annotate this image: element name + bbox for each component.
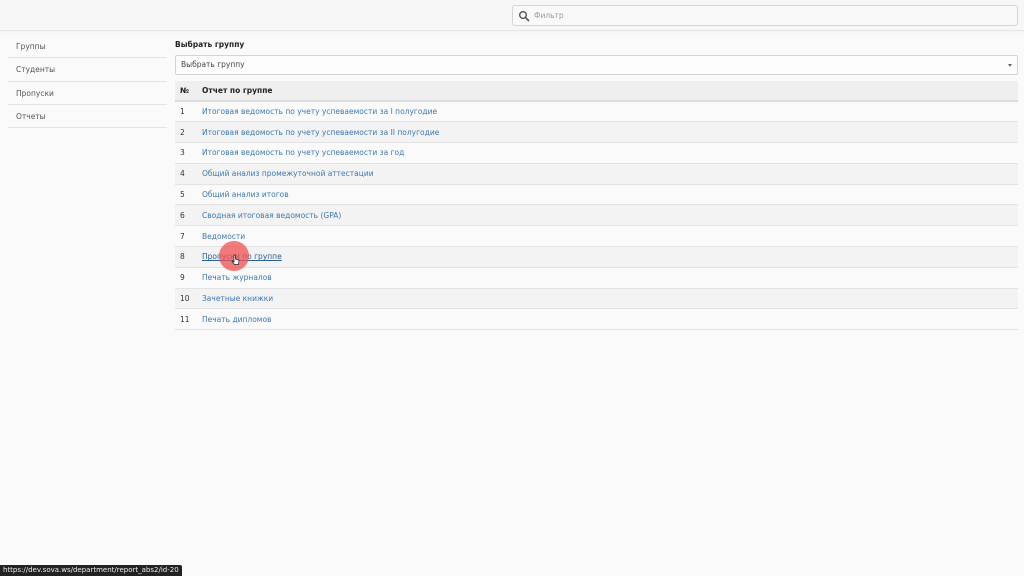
row-number: 7 [180,231,185,241]
table-row: 4 Общий анализ промежуточной аттестации [175,163,1018,185]
table-row: 2 Итоговая ведомость по учету успеваемос… [175,121,1018,143]
report-link[interactable]: Итоговая ведомость по учету успеваемости… [202,128,439,137]
report-link[interactable]: Сводная итоговая ведомость (GPA) [202,211,341,220]
sidebar-item-groups[interactable]: Группы [8,35,167,59]
row-number: 2 [180,127,185,137]
report-link[interactable]: Общий анализ итогов [202,190,289,199]
search-box[interactable] [512,5,1018,26]
row-number: 9 [180,273,185,283]
sidebar-nav: Группы Студенты Пропуски Отчеты [8,35,167,129]
group-select[interactable]: Выбрать группу [175,55,1018,75]
row-number: 6 [180,210,185,220]
table-row: 10 Зачетные книжки [175,288,1018,309]
mouse-pointer-icon [231,254,240,265]
row-number: 3 [180,148,185,158]
table-row: 8 Пропуски по группе [175,246,1018,268]
column-header-report: Отчет по группе [197,81,1018,102]
dropdown-caret-icon [1008,64,1012,67]
column-header-number: № [175,81,197,102]
sidebar-item-absences[interactable]: Пропуски [8,82,167,105]
row-number: 5 [180,190,185,200]
table-row: 1 Итоговая ведомость по учету успеваемос… [175,101,1018,122]
table-header-row: № Отчет по группе [175,81,1018,102]
table-row: 3 Итоговая ведомость по учету успеваемос… [175,143,1018,164]
status-bar-url: https://dev.sova.ws/department/report_ab… [0,565,182,576]
row-number: 1 [180,107,185,117]
sidebar-item-students[interactable]: Студенты [8,58,167,82]
group-select-label: Выбрать группу [175,40,245,49]
report-link[interactable]: Печать журналов [202,273,272,282]
report-link[interactable]: Итоговая ведомость по учету успеваемости… [202,107,437,116]
reports-table: № Отчет по группе 1 Итоговая ведомость п… [175,81,1018,330]
table-row: 9 Печать журналов [175,267,1018,289]
row-number: 11 [180,314,190,324]
table-row: 7 Ведомости [175,226,1018,247]
top-bar [0,0,1024,31]
report-link[interactable]: Итоговая ведомость по учету успеваемости… [202,148,404,157]
report-link[interactable]: Ведомости [202,232,245,241]
report-link[interactable]: Общий анализ промежуточной аттестации [202,169,374,178]
report-link[interactable]: Зачетные книжки [202,294,273,303]
main-content: Выбрать группу Выбрать группу № Отчет по… [175,40,1018,330]
table-row: 11 Печать дипломов [175,309,1018,330]
search-input[interactable] [534,7,1004,24]
row-number: 8 [180,252,185,262]
table-row: 5 Общий анализ итогов [175,184,1018,205]
table-row: 6 Сводная итоговая ведомость (GPA) [175,204,1018,226]
search-icon [519,11,530,22]
row-number: 4 [180,169,185,179]
group-select-value: Выбрать группу [181,60,245,69]
row-number: 10 [180,294,190,304]
sidebar-item-reports[interactable]: Отчеты [8,105,167,129]
report-link[interactable]: Печать дипломов [202,315,271,324]
